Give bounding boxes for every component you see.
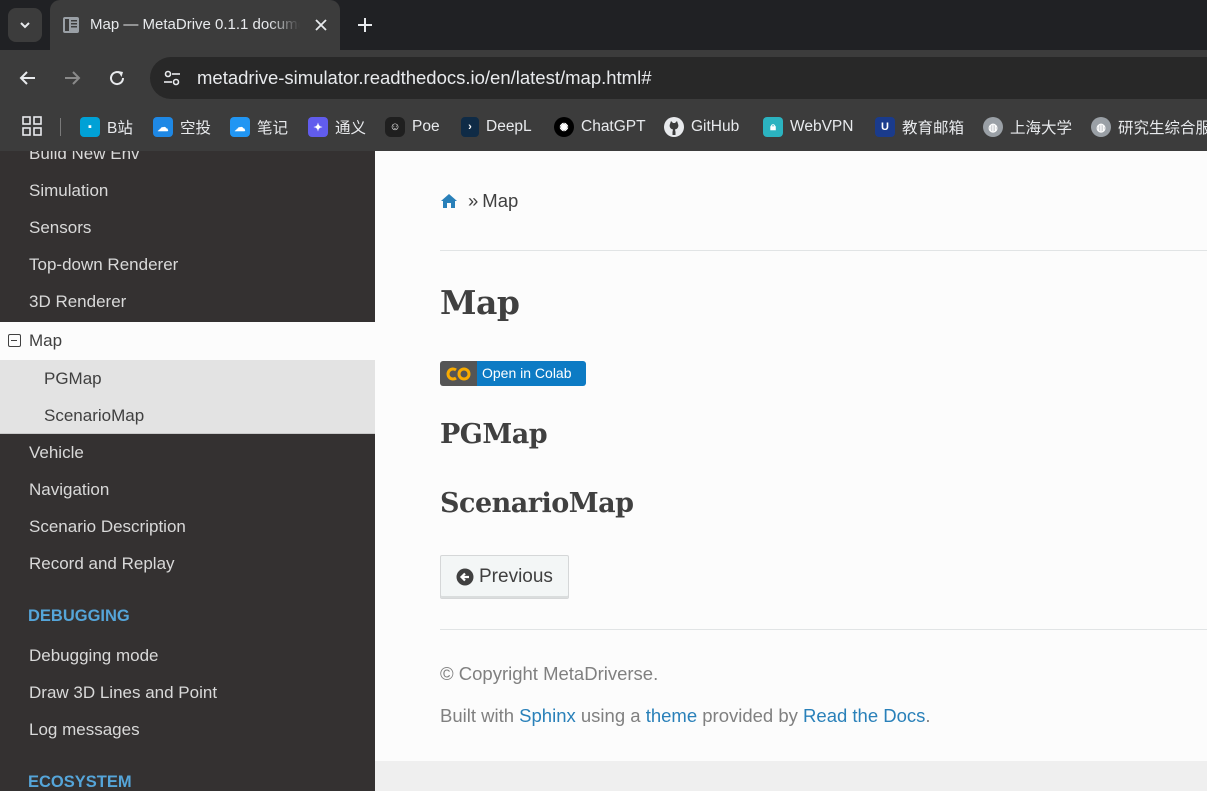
bookmarks-separator: [60, 118, 61, 136]
sidebar-caption-ecosystem: ECOSYSTEM: [28, 773, 132, 791]
bookmark-kongtou[interactable]: ☁ 空投: [153, 115, 211, 139]
poe-icon: ☺: [385, 117, 405, 137]
browser-toolbar: metadrive-simulator.readthedocs.io/en/la…: [0, 50, 1207, 106]
sidebar-item-record-and-replay[interactable]: Record and Replay: [0, 545, 375, 582]
tongyi-icon: ✦: [308, 117, 328, 137]
reload-icon: [110, 71, 125, 86]
bookmark-graduate[interactable]: ◍ 研究生综合服: [1091, 115, 1207, 139]
sidebar-item-debugging-mode[interactable]: Debugging mode: [0, 637, 375, 674]
footer-divider: [440, 629, 1207, 630]
sidebar-item-sensors[interactable]: Sensors: [0, 209, 375, 246]
section-heading-pgmap: PGMap: [440, 419, 548, 450]
address-bar[interactable]: metadrive-simulator.readthedocs.io/en/la…: [150, 57, 1207, 99]
colab-logo-icon: [440, 361, 477, 386]
section-heading-scenariomap: ScenarioMap: [440, 488, 634, 519]
breadcrumb-current: Map: [482, 190, 519, 211]
page-title: Map: [440, 283, 520, 322]
previous-button[interactable]: Previous: [440, 555, 569, 599]
bookmark-notes[interactable]: ☁ 笔记: [230, 115, 288, 139]
home-icon[interactable]: [440, 193, 458, 209]
apps-grid-icon[interactable]: [22, 116, 42, 136]
sidebar-item-draw-3d-lines[interactable]: Draw 3D Lines and Point: [0, 674, 375, 711]
previous-label: Previous: [479, 566, 553, 587]
sidebar-subitem-scenariomap[interactable]: ScenarioMap: [0, 397, 375, 434]
sidebar-caption-debugging: DEBUGGING: [28, 607, 130, 625]
sphinx-link[interactable]: Sphinx: [519, 705, 576, 726]
globe-icon: ◍: [983, 117, 1003, 137]
bookmark-deepl[interactable]: › DeepL: [461, 115, 532, 139]
breadcrumb-separator: »: [468, 190, 479, 211]
plus-icon: [358, 18, 372, 32]
tab-title: Map — MetaDrive 0.1.1 documentation: [90, 16, 300, 33]
cloud-icon: ☁: [153, 117, 173, 137]
site-info-button[interactable]: [160, 66, 184, 90]
copyright-text: © Copyright MetaDriverse.: [440, 663, 659, 684]
globe-icon: ◍: [1091, 117, 1111, 137]
sidebar-item-scenario-description[interactable]: Scenario Description: [0, 508, 375, 545]
close-icon: [315, 19, 327, 31]
docs-favicon-icon: [63, 17, 79, 33]
bookmark-chatgpt[interactable]: ✺ ChatGPT: [554, 115, 646, 139]
close-tab-button[interactable]: [310, 14, 332, 36]
bookmark-poe[interactable]: ☺ Poe: [385, 115, 440, 139]
arrow-right-icon: [65, 71, 81, 85]
read-the-docs-link[interactable]: Read the Docs: [803, 705, 925, 726]
tab-search-button[interactable]: [8, 8, 42, 42]
chevron-down-icon: [20, 22, 30, 29]
sidebar-item-top-down-renderer[interactable]: Top-down Renderer: [0, 246, 375, 283]
chatgpt-icon: ✺: [554, 117, 574, 137]
sidebar-item-simulation[interactable]: Simulation: [0, 172, 375, 209]
collapse-toggle-icon[interactable]: [8, 334, 21, 347]
forward-button[interactable]: [56, 62, 88, 94]
cloud-note-icon: ☁: [230, 117, 250, 137]
deepl-icon: ›: [461, 117, 479, 137]
new-tab-button[interactable]: [352, 12, 378, 38]
bookmark-edu-mail[interactable]: U 教育邮箱: [875, 115, 964, 139]
sidebar-item-map[interactable]: Map: [0, 322, 375, 360]
sidebar-item-log-messages[interactable]: Log messages: [0, 711, 375, 748]
url-text[interactable]: metadrive-simulator.readthedocs.io/en/la…: [197, 67, 652, 89]
sidebar-item-build-new-env[interactable]: Build New Env: [0, 151, 375, 172]
bookmark-bilibili[interactable]: ▪ B站: [80, 115, 133, 139]
github-icon: [664, 117, 684, 137]
breadcrumb: » Map: [440, 189, 518, 213]
sidebar-item-navigation[interactable]: Navigation: [0, 471, 375, 508]
arrow-circle-left-icon: [456, 568, 474, 586]
arrow-left-icon: [19, 71, 35, 85]
bookmark-github[interactable]: GitHub: [664, 115, 739, 139]
bookmarks-bar: ▪ B站 ☁ 空投 ☁ 笔记 ✦ 通义 ☺ Poe › DeepL ✺ ChatGPT Git…: [0, 106, 1207, 151]
open-in-colab-badge[interactable]: Open in Colab: [440, 361, 586, 386]
bookmark-tongyi[interactable]: ✦ 通义: [308, 115, 366, 139]
bookmark-webvpn[interactable]: 🔒︎ WebVPN: [763, 115, 853, 139]
lock-icon: 🔒︎: [763, 117, 783, 137]
sidebar-subitem-pgmap[interactable]: PGMap: [0, 360, 375, 397]
sidebar-nav: Build New Env Simulation Sensors Top-dow…: [0, 151, 375, 791]
colab-badge-label: Open in Colab: [477, 361, 586, 386]
tune-icon: [164, 70, 180, 86]
header-divider: [440, 250, 1207, 251]
bilibili-icon: ▪: [80, 117, 100, 137]
built-with-text: Built with Sphinx using a theme provided…: [440, 705, 931, 726]
reload-button[interactable]: [101, 62, 133, 94]
sidebar-item-vehicle[interactable]: Vehicle: [0, 434, 375, 471]
bookmark-shu[interactable]: ◍ 上海大学: [983, 115, 1072, 139]
back-button[interactable]: [12, 62, 44, 94]
page-bottom-strip: [375, 761, 1207, 791]
browser-tab-bar: Map — MetaDrive 0.1.1 documentation: [0, 0, 1207, 50]
main-content: » Map Map Open in Colab PGMap ScenarioMa…: [375, 151, 1207, 791]
browser-tab[interactable]: Map — MetaDrive 0.1.1 documentation: [50, 0, 340, 50]
sidebar-item-3d-renderer[interactable]: 3D Renderer: [0, 283, 375, 320]
theme-link[interactable]: theme: [646, 705, 697, 726]
university-icon: U: [875, 117, 895, 137]
